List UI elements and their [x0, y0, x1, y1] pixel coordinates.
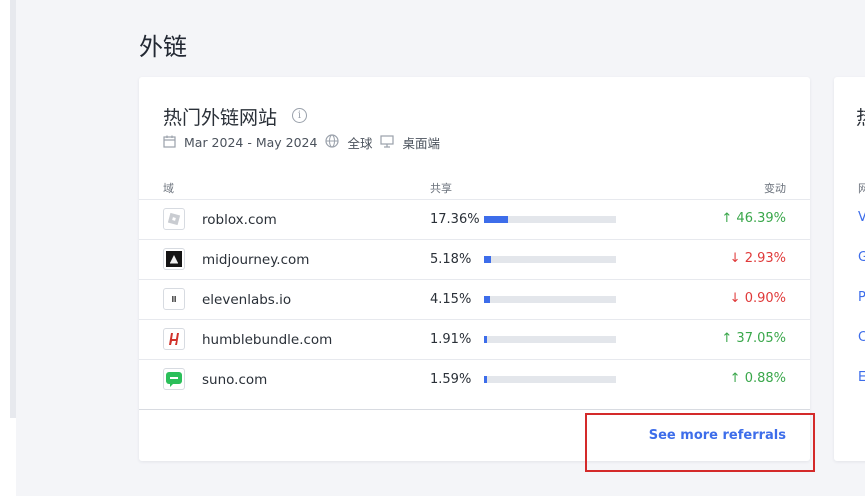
- change-value: ↑ 46.39%: [721, 211, 786, 226]
- column-header-domain: 域: [163, 182, 174, 195]
- share-value: 5.18%: [430, 252, 472, 267]
- domain-link[interactable]: roblox.com: [202, 212, 277, 228]
- column-header-share: 共享: [430, 182, 452, 195]
- highlight-box: [585, 413, 815, 472]
- calendar-icon: [163, 135, 176, 151]
- share-bar-fill: [484, 216, 508, 223]
- domain-link[interactable]: suno.com: [202, 372, 267, 388]
- share-bar: [484, 256, 616, 263]
- share-bar: [484, 296, 616, 303]
- share-bar: [484, 376, 616, 383]
- change-arrow-icon: ↑: [721, 331, 733, 346]
- humblebundle-icon: [163, 328, 185, 350]
- share-bar-fill: [484, 296, 490, 303]
- card-meta: Mar 2024 - May 2024 全球 桌面端: [163, 133, 448, 152]
- domain-link[interactable]: midjourney.com: [202, 252, 309, 268]
- change-text: 0.90%: [744, 291, 786, 306]
- desktop-icon: [380, 134, 395, 151]
- sidebar-edge: [10, 0, 16, 418]
- share-bar: [484, 216, 616, 223]
- change-text: 2.93%: [744, 251, 786, 266]
- share-value: 1.91%: [430, 332, 472, 347]
- roblox-icon: [163, 208, 185, 230]
- region: 全球: [347, 136, 373, 151]
- change-value: ↑ 37.05%: [721, 331, 786, 346]
- second-card-title: 热: [856, 103, 865, 130]
- change-text: 37.05%: [736, 331, 786, 346]
- change-arrow-icon: ↓: [729, 291, 741, 306]
- change-value: ↓ 2.93%: [730, 251, 786, 266]
- page-title: 外链: [139, 33, 187, 61]
- domain-link[interactable]: elevenlabs.io: [202, 292, 291, 308]
- info-icon[interactable]: i: [292, 108, 307, 123]
- midjourney-icon: [163, 248, 185, 270]
- second-card-link[interactable]: P: [858, 290, 865, 305]
- table-row[interactable]: midjourney.com 5.18% ↓ 2.93%: [139, 239, 810, 280]
- second-card-link[interactable]: V: [858, 210, 865, 225]
- change-value: ↑ 0.88%: [730, 371, 786, 386]
- device: 桌面端: [402, 136, 440, 151]
- share-bar: [484, 336, 616, 343]
- share-bar-fill: [484, 256, 491, 263]
- change-arrow-icon: ↑: [721, 211, 733, 226]
- table-row[interactable]: humblebundle.com 1.91% ↑ 37.05%: [139, 319, 810, 360]
- second-card-link[interactable]: G: [858, 250, 865, 265]
- second-card-link[interactable]: E: [858, 370, 865, 385]
- change-text: 46.39%: [736, 211, 786, 226]
- table-row[interactable]: elevenlabs.io 4.15% ↓ 0.90%: [139, 279, 810, 320]
- second-card-link[interactable]: C: [858, 330, 865, 345]
- share-value: 17.36%: [430, 212, 480, 227]
- share-value: 1.59%: [430, 372, 472, 387]
- share-bar-fill: [484, 336, 487, 343]
- share-value: 4.15%: [430, 292, 472, 307]
- second-card-partial: 热 网 V G P C E: [834, 77, 865, 461]
- share-bar-fill: [484, 376, 487, 383]
- change-arrow-icon: ↑: [729, 371, 741, 386]
- second-card-header: 网: [858, 182, 865, 195]
- change-value: ↓ 0.90%: [730, 291, 786, 306]
- date-range: Mar 2024 - May 2024: [184, 135, 318, 150]
- table-row[interactable]: roblox.com 17.36% ↑ 46.39%: [139, 199, 810, 240]
- domain-link[interactable]: humblebundle.com: [202, 332, 332, 348]
- left-sidebar-strip: [0, 0, 16, 496]
- column-header-change: 变动: [764, 182, 786, 195]
- elevenlabs-icon: [163, 288, 185, 310]
- change-text: 0.88%: [744, 371, 786, 386]
- top-referrals-card: 热门外链网站 i Mar 2024 - May 2024 全球 桌面端 域 共享…: [139, 77, 810, 461]
- table-row[interactable]: suno.com 1.59% ↑ 0.88%: [139, 359, 810, 400]
- suno-icon: [163, 368, 185, 390]
- card-title: 热门外链网站: [163, 107, 278, 129]
- globe-icon: [325, 134, 340, 151]
- change-arrow-icon: ↓: [729, 251, 741, 266]
- footer-divider: [139, 409, 810, 410]
